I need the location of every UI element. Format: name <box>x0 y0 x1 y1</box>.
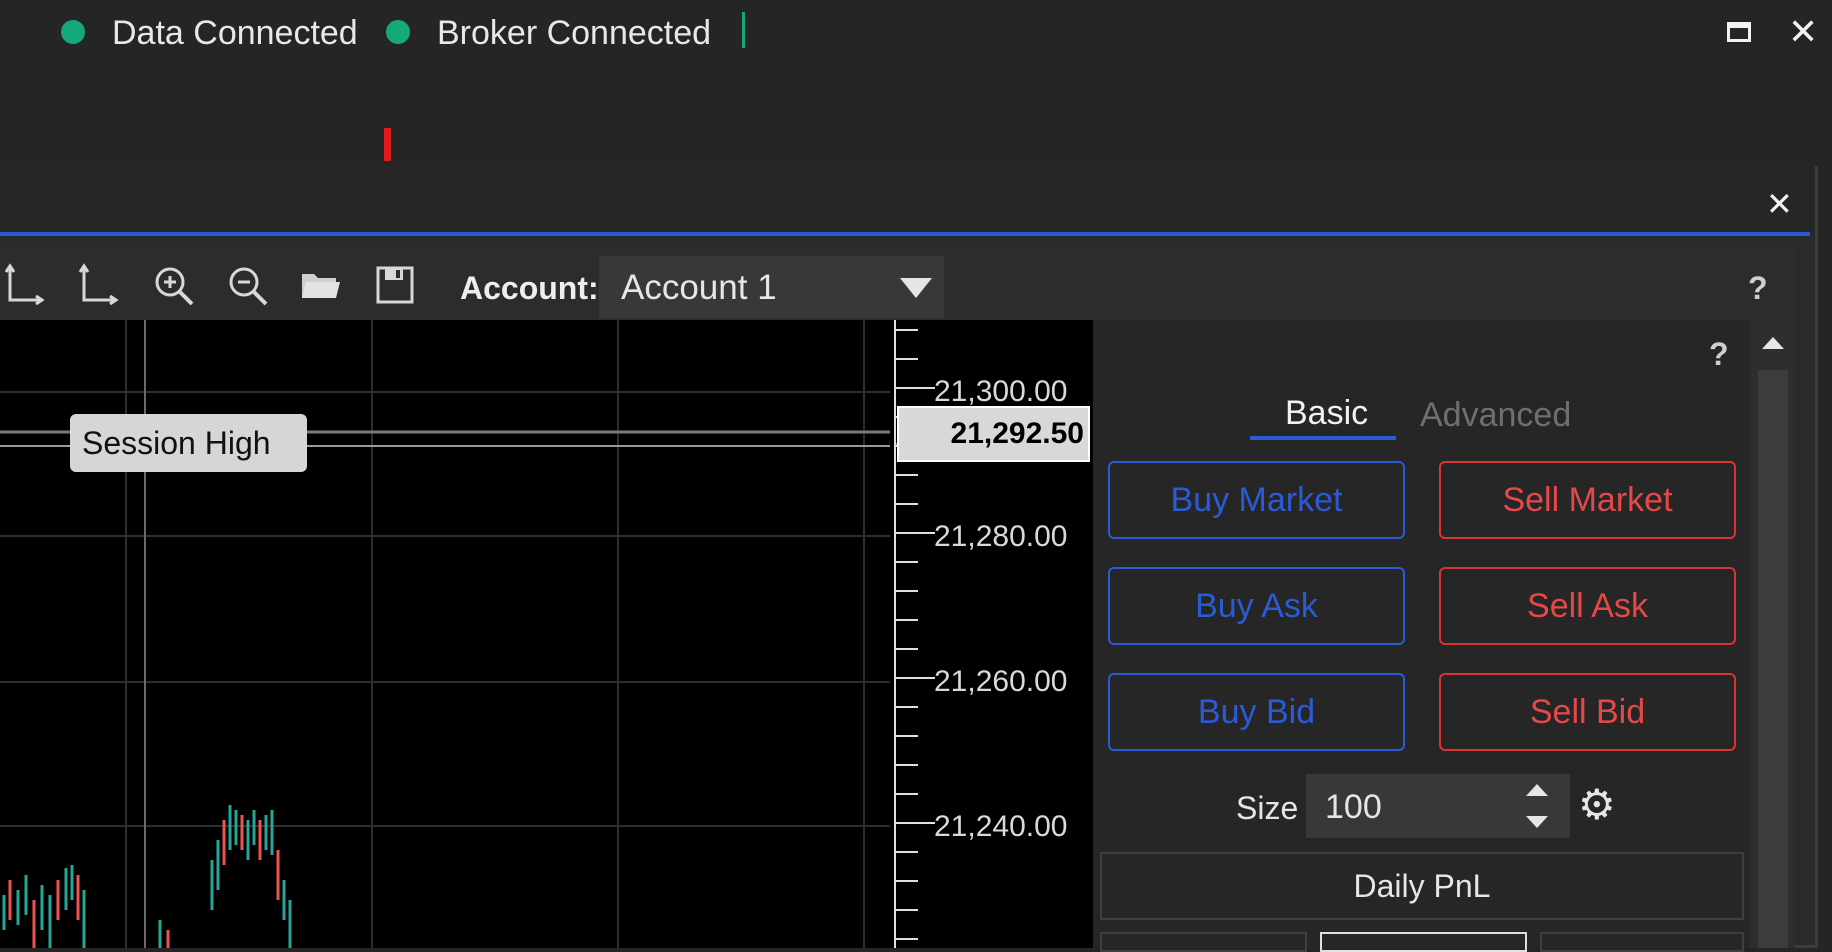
tab-advanced[interactable]: Advanced <box>1420 396 1571 435</box>
zoom-out-icon[interactable] <box>226 264 270 308</box>
tab-basic[interactable]: Basic <box>1285 394 1368 433</box>
panel-close-icon[interactable]: ✕ <box>1766 184 1793 224</box>
folder-open-icon[interactable] <box>300 268 344 304</box>
status-separator <box>742 12 745 48</box>
close-icon[interactable]: ✕ <box>1788 12 1818 52</box>
size-value[interactable]: 100 <box>1325 788 1382 827</box>
stepper-up-icon[interactable] <box>1526 784 1548 796</box>
y-tick-label: 21,280.00 <box>934 520 1068 553</box>
account-label: Account: <box>460 270 599 306</box>
buy-ask-button[interactable]: Buy Ask <box>1108 567 1405 645</box>
broker-status-dot-icon <box>386 20 410 44</box>
pnl-cell <box>1320 932 1527 952</box>
sell-ask-button[interactable]: Sell Ask <box>1439 567 1736 645</box>
alert-marker <box>384 128 391 161</box>
save-icon[interactable] <box>374 264 418 308</box>
maximize-icon[interactable] <box>1727 22 1751 42</box>
axis-drag-icon[interactable] <box>4 262 48 310</box>
zoom-in-icon[interactable] <box>152 264 196 308</box>
gear-icon[interactable]: ⚙ <box>1578 783 1616 827</box>
scroll-up-icon[interactable] <box>1762 337 1784 349</box>
chart-window-titlebar <box>0 166 1815 234</box>
broker-connected-status: Broker Connected <box>437 14 712 52</box>
y-tick-label: 21,240.00 <box>934 810 1068 843</box>
scrollbar-thumb[interactable] <box>1758 370 1788 948</box>
data-status-dot-icon <box>61 20 85 44</box>
toolbar-help-button[interactable]: ? <box>1748 270 1768 307</box>
axis-drag-icon[interactable] <box>78 262 122 310</box>
data-connected-status: Data Connected <box>112 14 358 52</box>
sell-bid-button[interactable]: Sell Bid <box>1439 673 1736 751</box>
last-price-tag: 21,292.50 <box>897 406 1090 462</box>
session-high-label[interactable]: Session High <box>70 414 307 472</box>
sell-market-button[interactable]: Sell Market <box>1439 461 1736 539</box>
active-tab-indicator <box>1250 436 1396 440</box>
buy-market-button[interactable]: Buy Market <box>1108 461 1405 539</box>
pnl-cell <box>1100 932 1307 952</box>
order-panel-help-button[interactable]: ? <box>1709 336 1729 373</box>
title-accent-line <box>0 232 1810 236</box>
pnl-cell <box>1540 932 1744 952</box>
y-tick-label: 21,300.00 <box>934 375 1068 408</box>
stepper-down-icon[interactable] <box>1526 816 1548 828</box>
daily-pnl-header: Daily PnL <box>1100 852 1744 920</box>
size-label: Size <box>1236 790 1299 826</box>
chevron-down-icon[interactable] <box>900 278 932 298</box>
account-selected-value[interactable]: Account 1 <box>621 268 777 308</box>
y-tick-label: 21,260.00 <box>934 665 1068 698</box>
buy-bid-button[interactable]: Buy Bid <box>1108 673 1405 751</box>
